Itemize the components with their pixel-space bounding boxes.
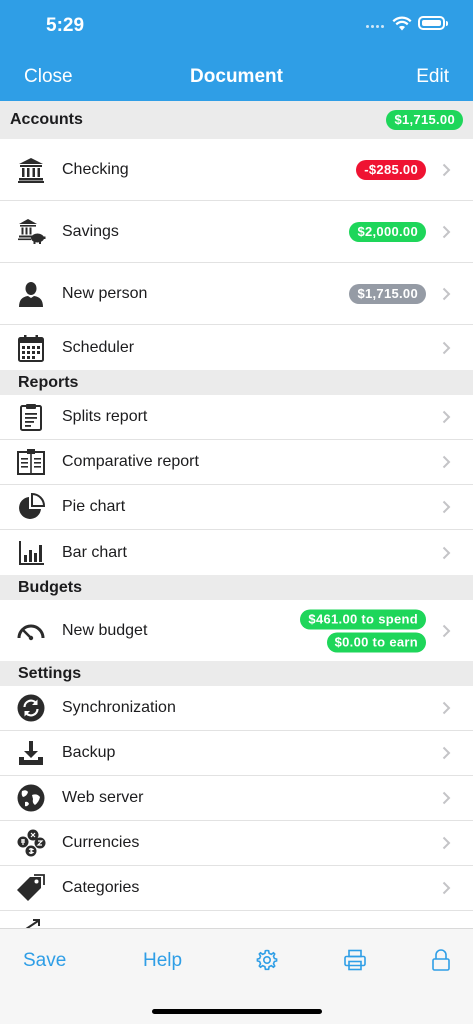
chevron-right-icon: [442, 455, 451, 469]
chevron-right-icon: [442, 287, 451, 300]
account-row-scheduler[interactable]: Scheduler: [0, 325, 473, 370]
close-button[interactable]: Close: [24, 66, 73, 88]
compare-report-icon: [17, 449, 45, 475]
accounts-total-badge: $1,715.00: [386, 110, 463, 130]
status-time: 5:29: [46, 15, 85, 36]
to-spend-badge: $461.00 to spend: [300, 609, 426, 629]
chevron-right-icon: [442, 746, 451, 760]
row-label: Categories: [62, 879, 140, 896]
row-label: New budget: [62, 621, 148, 639]
section-header-budgets: Budgets: [0, 575, 473, 600]
balance-badge: -$285.00: [356, 159, 426, 180]
edit-button[interactable]: Edit: [416, 66, 449, 88]
chevron-right-icon: [442, 163, 451, 176]
row-label: Backup: [62, 744, 116, 761]
row-label: Web server: [62, 789, 144, 806]
arrow-icon: [25, 919, 40, 928]
chevron-right-icon: [442, 881, 451, 895]
budget-badges: $461.00 to spend $0.00 to earn: [300, 609, 426, 652]
coins-icon: [17, 829, 46, 857]
clipboard-icon: [20, 404, 42, 431]
piggy-bank-icon: [18, 218, 46, 244]
settings-row-web-server[interactable]: Web server: [0, 776, 473, 821]
wifi-icon: [392, 16, 412, 31]
chevron-right-icon: [442, 410, 451, 424]
account-row-new-person[interactable]: New person $1,715.00: [0, 263, 473, 325]
section-header-accounts: Accounts $1,715.00: [0, 101, 473, 139]
settings-row-categories[interactable]: Categories: [0, 866, 473, 911]
chevron-right-icon: [442, 701, 451, 715]
row-label: Comparative report: [62, 453, 199, 470]
list-item-partial[interactable]: [0, 911, 473, 928]
report-row-splits[interactable]: Splits report: [0, 395, 473, 440]
row-label: New person: [62, 284, 148, 302]
globe-icon: [17, 784, 45, 812]
row-label: Pie chart: [62, 498, 126, 515]
document-list[interactable]: Accounts $1,715.00 Checking -$285.00 Sav…: [0, 101, 473, 928]
report-row-bar-chart[interactable]: Bar chart: [0, 530, 473, 575]
settings-row-backup[interactable]: Backup: [0, 731, 473, 776]
chevron-right-icon: [442, 500, 451, 514]
row-label: Scheduler: [62, 338, 135, 356]
pie-chart-icon: [19, 492, 46, 519]
calendar-icon: [18, 334, 44, 362]
sync-icon: [17, 694, 45, 722]
gauge-icon: [17, 624, 45, 640]
chevron-right-icon: [442, 546, 451, 559]
budget-row-new-budget[interactable]: New budget $461.00 to spend $0.00 to ear…: [0, 600, 473, 661]
save-button[interactable]: Save: [23, 950, 66, 972]
help-button[interactable]: Help: [143, 950, 182, 972]
person-icon: [19, 281, 43, 307]
section-title: Accounts: [10, 111, 83, 128]
chevron-right-icon: [442, 624, 451, 637]
cellular-signal-icon: [366, 25, 388, 29]
balance-badge: $1,715.00: [349, 283, 426, 304]
printer-icon[interactable]: [343, 948, 367, 972]
row-label: Currencies: [62, 834, 140, 851]
home-indicator: [152, 1009, 322, 1014]
report-row-pie-chart[interactable]: Pie chart: [0, 485, 473, 530]
account-row-savings[interactable]: Savings $2,000.00: [0, 201, 473, 263]
balance-badge: $2,000.00: [349, 221, 426, 242]
chevron-right-icon: [442, 341, 451, 354]
download-icon: [19, 741, 43, 765]
chevron-right-icon: [442, 836, 451, 850]
bottom-toolbar: Save Help: [0, 928, 473, 1024]
bank-icon: [18, 157, 44, 183]
report-row-comparative[interactable]: Comparative report: [0, 440, 473, 485]
settings-row-synchronization[interactable]: Synchronization: [0, 686, 473, 731]
to-earn-badge: $0.00 to earn: [326, 632, 426, 652]
bar-chart-icon: [19, 540, 44, 565]
account-row-checking[interactable]: Checking -$285.00: [0, 139, 473, 201]
section-title: Settings: [18, 665, 82, 682]
row-label: Synchronization: [62, 699, 176, 716]
settings-row-currencies[interactable]: Currencies: [0, 821, 473, 866]
navigation-bar: 5:29 Close Document Edit: [0, 0, 473, 101]
section-header-settings: Settings: [0, 661, 473, 686]
battery-icon: [418, 16, 448, 30]
row-label: Checking: [62, 160, 129, 178]
chevron-right-icon: [442, 225, 451, 238]
section-title: Reports: [18, 374, 79, 391]
row-label: Savings: [62, 222, 119, 240]
section-header-reports: Reports: [0, 370, 473, 395]
chevron-right-icon: [442, 791, 451, 805]
row-label: Splits report: [62, 408, 148, 425]
section-title: Budgets: [18, 579, 82, 596]
lock-icon[interactable]: [429, 948, 453, 972]
row-label: Bar chart: [62, 543, 127, 561]
tag-icon: [17, 874, 45, 901]
gear-icon[interactable]: [255, 948, 279, 972]
